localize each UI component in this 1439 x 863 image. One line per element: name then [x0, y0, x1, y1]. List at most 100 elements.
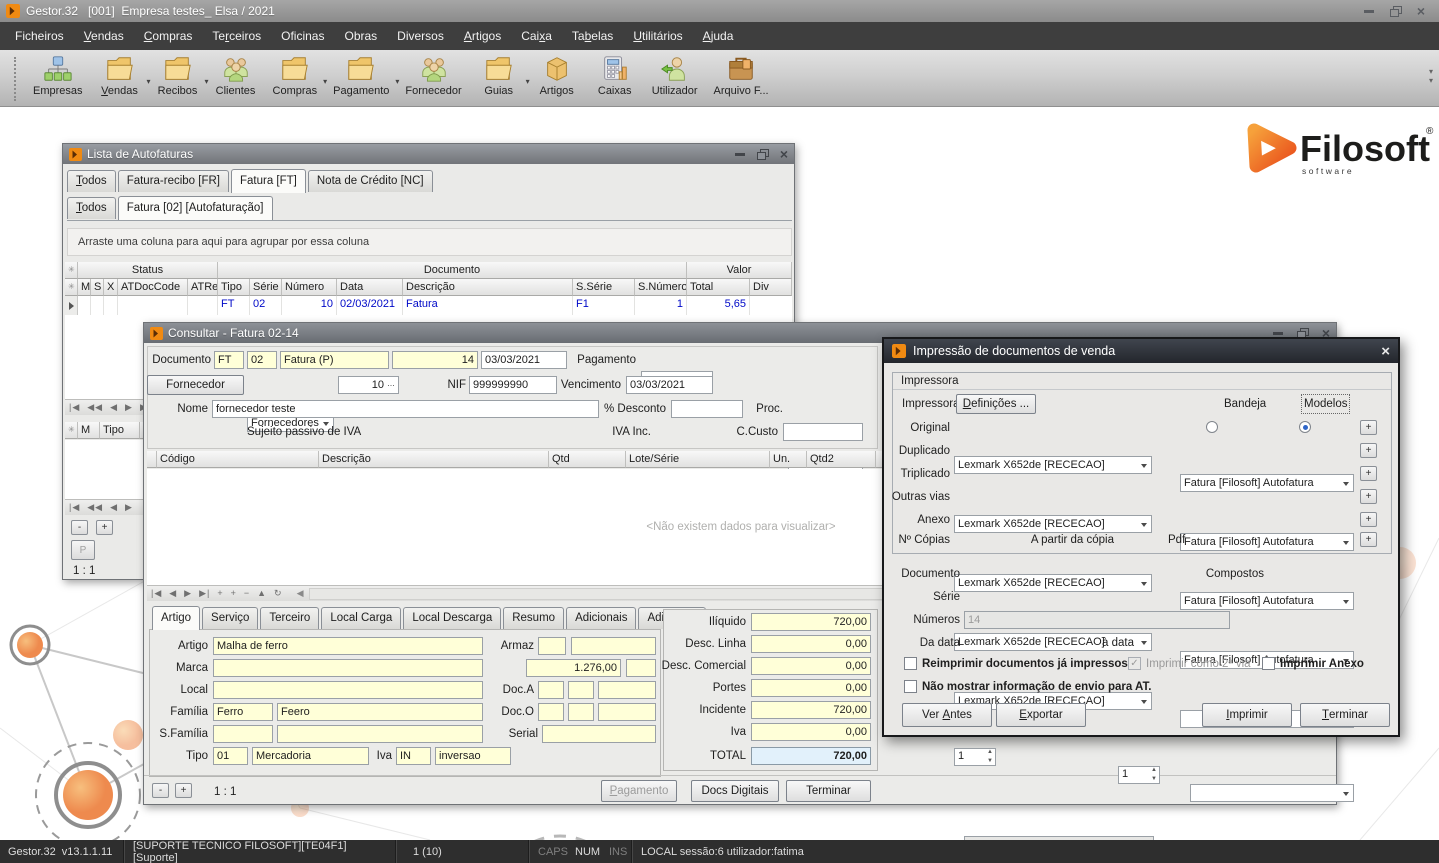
familia-desc-field[interactable]: Feero	[277, 703, 483, 721]
subtab-fatura-02[interactable]: Fatura [02] [Autofaturação]	[118, 196, 273, 220]
familia-cod-field[interactable]: Ferro	[213, 703, 273, 721]
bandeja-radio[interactable]	[1206, 421, 1218, 433]
iva-desc-field[interactable]: inversao	[435, 747, 511, 765]
minimize-icon[interactable]	[1364, 10, 1374, 13]
tab-local-carga[interactable]: Local Carga	[321, 607, 401, 629]
num-copias-spinner[interactable]: 1	[954, 748, 996, 766]
reimprimir-checkbox[interactable]	[904, 657, 917, 670]
partir-copia-spinner[interactable]: 1	[1118, 766, 1160, 784]
tipo-desc-field[interactable]: Mercadoria	[252, 747, 369, 765]
modelos-radio[interactable]	[1299, 421, 1311, 433]
armaz-desc-field[interactable]	[571, 637, 656, 655]
toolbar-utilizador[interactable]: Utilizador	[644, 53, 706, 98]
tab-artigo[interactable]: Artigo	[152, 606, 200, 630]
tipo-cod-field[interactable]: 01	[213, 747, 248, 765]
triplicado-model-combo[interactable]: Fatura [Filosoft] Autofatura	[1180, 592, 1354, 610]
duplicado-model-combo[interactable]: Fatura [Filosoft] Autofatura	[1180, 533, 1354, 551]
table-row[interactable]: FT 02 10 02/03/2021 Fatura F1 1 5,65	[65, 296, 792, 315]
expand-button[interactable]: +	[96, 520, 113, 535]
doco-f1[interactable]	[538, 703, 564, 721]
doca-f1[interactable]	[538, 681, 564, 699]
tab-todos[interactable]: Todos	[67, 170, 116, 192]
terminar-button[interactable]: Terminar	[786, 780, 871, 802]
impressao-titlebar[interactable]: Impressão de documentos de venda ×	[884, 339, 1398, 363]
ccusto-field[interactable]	[783, 423, 863, 441]
marca-field[interactable]	[213, 659, 483, 677]
tab-local-descarga[interactable]: Local Descarga	[403, 607, 501, 629]
imprimir-anexo-checkbox[interactable]	[1262, 657, 1275, 670]
ver-antes-button[interactable]: Ver Antes	[902, 703, 992, 727]
toolbar-recibos[interactable]: Recibos ▾	[149, 53, 207, 98]
toolbar-compras[interactable]: Compras ▾	[265, 53, 326, 98]
definicoes-button[interactable]: Definições ...	[956, 394, 1036, 414]
p-button[interactable]: P	[71, 540, 95, 560]
doco-f3[interactable]	[598, 703, 656, 721]
anexo-add-button[interactable]: +	[1360, 512, 1377, 527]
tab-servico[interactable]: Serviço	[202, 607, 258, 629]
toolbar-grip[interactable]	[14, 57, 19, 101]
triplicado-printer-combo[interactable]: Lexmark X652de [RECECAO]	[954, 574, 1152, 592]
menu-ajuda[interactable]: Ajuda	[694, 24, 743, 48]
app-titlebar[interactable]: Gestor.32 [001] Empresa testes_ Elsa / 2…	[0, 0, 1439, 22]
doc-data-field[interactable]: 03/03/2021	[481, 351, 567, 369]
toolbar-clientes[interactable]: Clientes	[207, 53, 265, 98]
preco-un-field[interactable]	[626, 659, 656, 677]
menu-oficinas[interactable]: Oficinas	[272, 24, 333, 48]
doco-f2[interactable]	[568, 703, 594, 721]
maximize-icon[interactable]	[757, 149, 768, 159]
desconto-field[interactable]	[671, 400, 743, 418]
restore-icon[interactable]	[1390, 6, 1401, 16]
hscroll-left-icon[interactable]: ◀	[297, 588, 305, 599]
doc-tipo-field[interactable]: FT	[214, 351, 244, 369]
menu-tabelas[interactable]: Tabelas	[563, 24, 622, 48]
close-icon[interactable]: ×	[1417, 6, 1425, 16]
serial-field[interactable]	[542, 725, 656, 743]
tab-adicionais[interactable]: Adicionais	[566, 607, 636, 629]
tab-fatura-recibo[interactable]: Fatura-recibo [FR]	[118, 170, 229, 192]
tab-fatura-ft[interactable]: Fatura [FT]	[231, 169, 306, 193]
close-icon[interactable]: ×	[780, 149, 788, 159]
tab-resumo[interactable]: Resumo	[503, 607, 564, 629]
pdf-combo[interactable]	[1190, 784, 1354, 802]
menu-diversos[interactable]: Diversos	[388, 24, 453, 48]
subtab-todos[interactable]: Todos	[67, 197, 116, 219]
tab-terceiro[interactable]: Terceiro	[260, 607, 319, 629]
iva-cod-field[interactable]: IN	[396, 747, 431, 765]
docs-digitais-button[interactable]: Docs Digitais	[691, 780, 779, 802]
zoom-out-button[interactable]: -	[152, 783, 169, 798]
lista-table-header[interactable]: ✳ M S X ATDocCode ATRe Tipo Série Número…	[65, 279, 792, 296]
minimize-icon[interactable]	[1273, 332, 1283, 335]
preco-field[interactable]: 1.276,00	[526, 659, 621, 677]
duplicado-add-button[interactable]: +	[1360, 443, 1377, 458]
menu-vendas[interactable]: Vendas	[75, 24, 133, 48]
minimize-icon[interactable]	[735, 153, 745, 156]
imprimir-button[interactable]: Imprimir	[1202, 703, 1292, 727]
doc-serie-field[interactable]: 02	[247, 351, 277, 369]
menu-utilitarios[interactable]: Utilitários	[624, 24, 691, 48]
toolbar-fornecedor[interactable]: Fornecedor	[397, 53, 469, 98]
artigo-field[interactable]: Malha de ferro	[213, 637, 483, 655]
lista-titlebar[interactable]: Lista de Autofaturas ×	[63, 144, 794, 164]
toolbar-guias[interactable]: Guias ▾	[470, 53, 528, 98]
select-all-icon[interactable]: ✳	[65, 262, 78, 279]
toolbar-empresas[interactable]: Empresas	[25, 53, 91, 98]
nao-mostrar-at-checkbox[interactable]	[904, 680, 917, 693]
nome-field[interactable]: fornecedor teste	[212, 400, 599, 418]
original-printer-combo[interactable]: Lexmark X652de [RECECAO]	[954, 456, 1152, 474]
armaz-cod-field[interactable]	[538, 637, 566, 655]
menu-terceiros[interactable]: Terceiros	[203, 24, 270, 48]
toolbar-overflow-icon[interactable]: ▾▾	[1429, 53, 1437, 99]
collapse-button[interactable]: -	[71, 520, 88, 535]
zoom-in-button[interactable]: +	[175, 783, 192, 798]
original-model-combo[interactable]: Fatura [Filosoft] Autofatura	[1180, 474, 1354, 492]
toolbar-vendas[interactable]: Vendas ▾	[91, 53, 149, 98]
local-field[interactable]	[213, 681, 483, 699]
fornecedor-lookup-button[interactable]: ...	[385, 378, 397, 391]
toolbar-artigos[interactable]: Artigos	[528, 53, 586, 98]
sfamilia-desc-field[interactable]	[277, 725, 483, 743]
doc-nome-field[interactable]: Fatura (P)	[280, 351, 389, 369]
toolbar-pagamento[interactable]: Pagamento ▾	[325, 53, 397, 98]
doc-numero-field[interactable]: 14	[392, 351, 478, 369]
toolbar-caixas[interactable]: Caixas	[586, 53, 644, 98]
menu-ficheiros[interactable]: Ficheiros	[6, 24, 73, 48]
